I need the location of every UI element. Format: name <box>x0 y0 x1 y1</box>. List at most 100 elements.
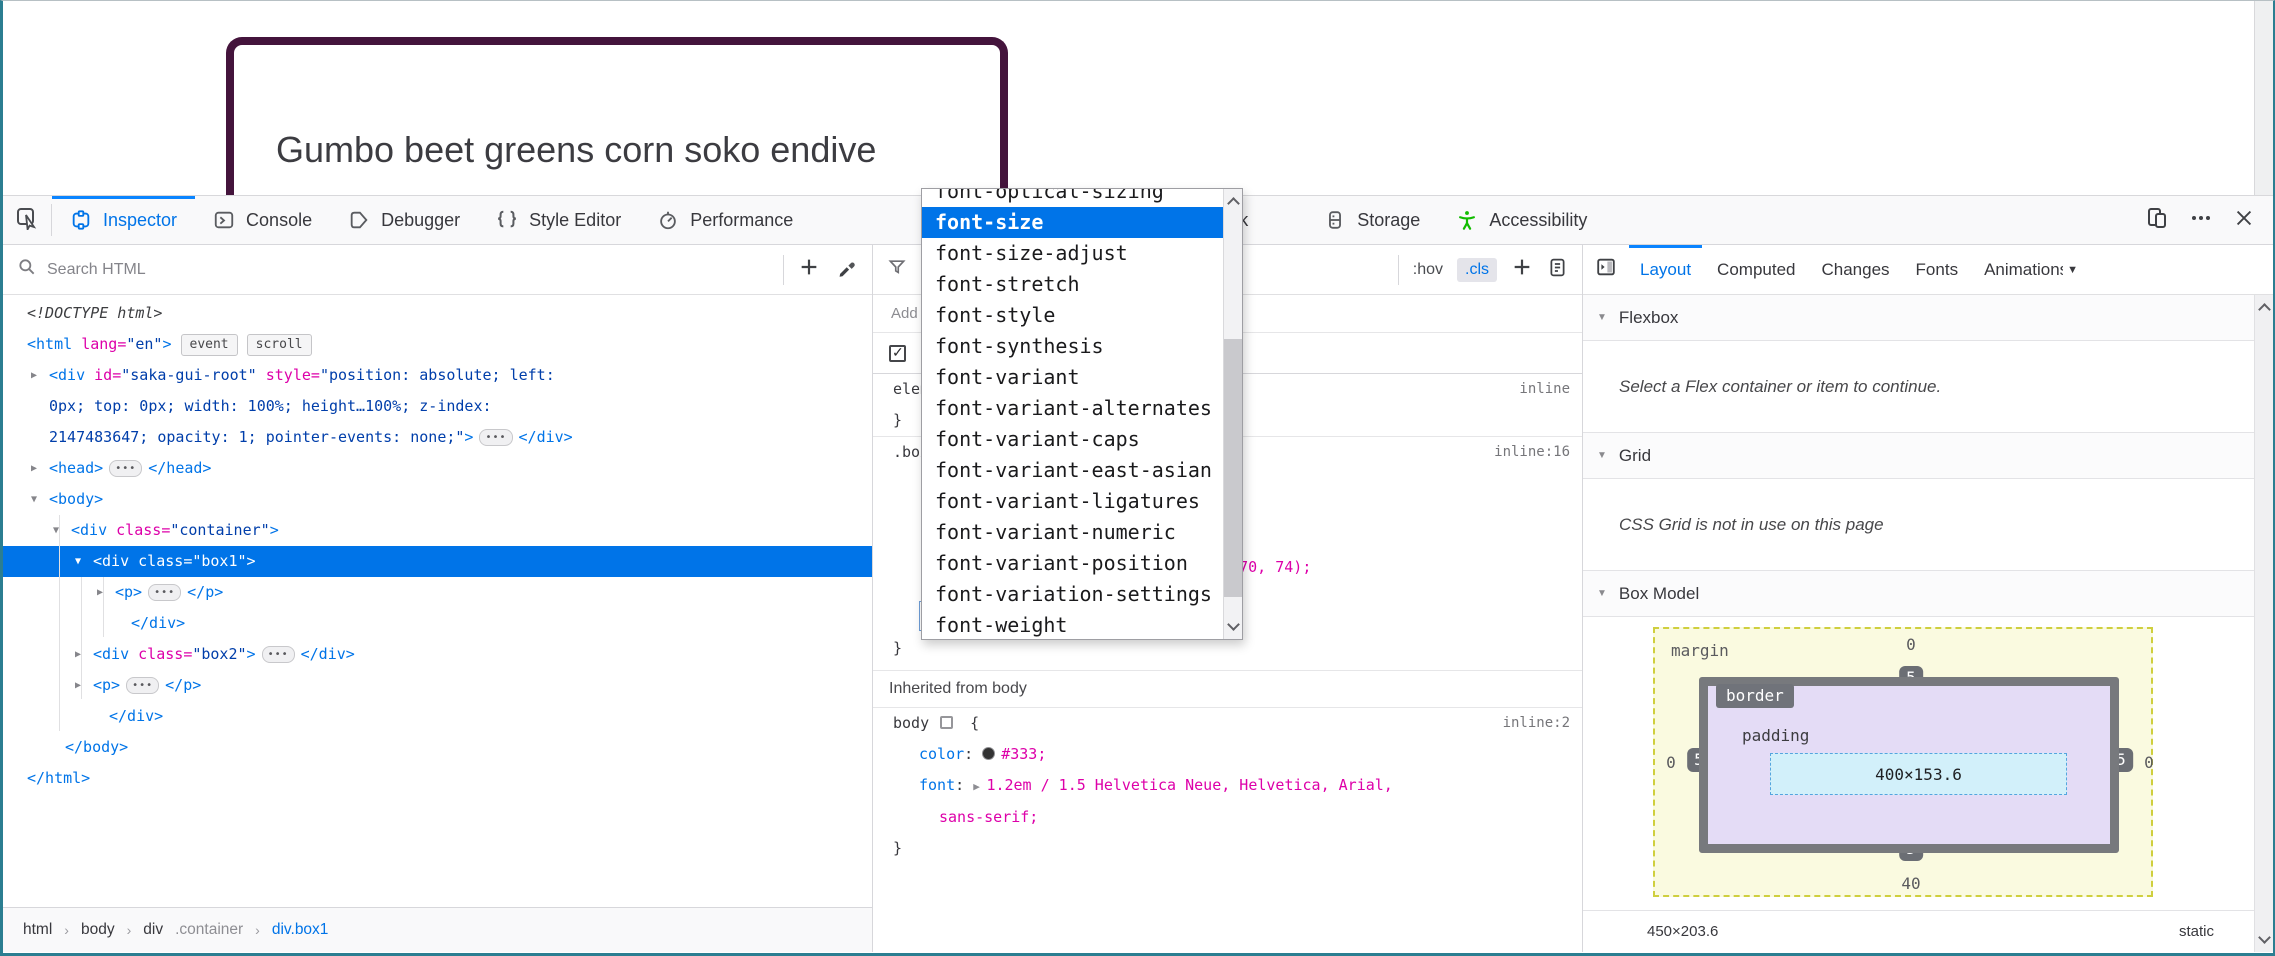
autocomplete-item[interactable]: font-variant-alternates <box>922 393 1223 424</box>
layout-scrollbar[interactable] <box>2254 295 2273 952</box>
markup-row[interactable]: ▼<body> <box>3 484 872 515</box>
responsive-design-icon[interactable] <box>2145 206 2169 235</box>
rule-row[interactable]: body {inline:2 <box>873 708 1582 739</box>
autocomplete-item[interactable]: font-variation-settings <box>922 579 1223 610</box>
indent-guide <box>103 577 104 637</box>
print-simulation-icon[interactable] <box>1547 257 1568 283</box>
inspector-icon <box>70 209 92 231</box>
rule-row[interactable]: font: ▶ 1.2em / 1.5 Helvetica Neue, Helv… <box>873 770 1582 802</box>
box-model-section-header[interactable]: ▼ Box Model <box>1583 571 2273 617</box>
scroll-down-icon[interactable] <box>1227 618 1240 631</box>
autocomplete-item[interactable]: font-stretch <box>922 269 1223 300</box>
margin-right-value[interactable]: 0 <box>2144 753 2154 772</box>
autocomplete-item[interactable]: font-optical-sizing <box>922 189 1223 207</box>
meatball-menu-icon[interactable] <box>2189 206 2213 235</box>
twisty-closed-icon[interactable]: ▶ <box>31 360 47 391</box>
markup-row[interactable]: ▼<div class="container"> <box>3 515 872 546</box>
scroll-up-icon[interactable] <box>2258 303 2271 316</box>
flexbox-section-header[interactable]: ▼ Flexbox <box>1583 295 2273 341</box>
tab-layout[interactable]: Layout <box>1627 245 1704 294</box>
tab-computed[interactable]: Computed <box>1704 245 1808 294</box>
tab-performance[interactable]: Performance <box>639 196 811 244</box>
autocomplete-item[interactable]: font-variant <box>922 362 1223 393</box>
tab-inspector[interactable]: Inspector <box>52 196 195 244</box>
search-input[interactable] <box>47 261 783 279</box>
markup-row[interactable]: <!DOCTYPE html> <box>3 298 872 329</box>
tab-animations[interactable]: Animations <box>1971 245 2063 294</box>
node-picker-button[interactable] <box>3 196 51 244</box>
autocomplete-item[interactable]: font-style <box>922 300 1223 331</box>
autocomplete-item[interactable]: font-variant-numeric <box>922 517 1223 548</box>
add-node-icon[interactable] <box>798 256 820 283</box>
margin-top-value[interactable]: 0 <box>1906 635 1916 654</box>
markup-row[interactable]: </div> <box>3 608 872 639</box>
autocomplete-scrollbar[interactable] <box>1223 189 1242 639</box>
autocomplete-item[interactable]: font-size <box>922 207 1223 238</box>
rule-source-link[interactable]: inline <box>1519 374 1570 404</box>
markup-row[interactable]: </html> <box>3 763 872 794</box>
autocomplete-item[interactable]: font-variant-east-asian <box>922 455 1223 486</box>
scroll-down-icon[interactable] <box>2258 931 2271 944</box>
tab-storage[interactable]: Storage <box>1306 196 1438 244</box>
rule-source-link[interactable]: inline:16 <box>1494 437 1570 467</box>
autocomplete-item[interactable]: font-weight <box>922 610 1223 639</box>
add-rule-icon[interactable] <box>1511 256 1533 283</box>
tab-accessibility[interactable]: Accessibility <box>1438 196 1605 244</box>
tab-fonts[interactable]: Fonts <box>1903 245 1972 294</box>
filter-funnel-icon[interactable] <box>873 257 907 282</box>
token: > <box>270 521 279 539</box>
margin-left-value[interactable]: 0 <box>1666 753 1676 772</box>
search-html-field[interactable] <box>3 257 783 282</box>
rule-row[interactable]: } <box>873 833 1582 864</box>
twisty-open-icon[interactable]: ▼ <box>75 546 91 577</box>
sidebar-toggle-icon[interactable] <box>1583 256 1627 283</box>
scrollbar-thumb[interactable] <box>1224 339 1242 597</box>
section-title: Box Model <box>1619 584 1699 604</box>
box-model-margin-box[interactable]: margin 0 5 20 20 5 40 0 5 20 20 5 <box>1653 627 2153 897</box>
twisty-open-icon[interactable]: ▼ <box>31 484 47 515</box>
twisty-closed-icon[interactable]: ▶ <box>97 577 113 608</box>
markup-row[interactable]: </body> <box>3 732 872 763</box>
pseudo-class-button[interactable]: :hov <box>1413 261 1443 279</box>
rule-row[interactable]: sans-serif; <box>873 802 1582 833</box>
autocomplete-item[interactable]: font-synthesis <box>922 331 1223 362</box>
box-model-content-box[interactable]: 400×153.6 <box>1770 753 2067 795</box>
margin-bottom-value[interactable]: 40 <box>1901 874 1920 893</box>
tab-console[interactable]: Console <box>195 196 330 244</box>
all-tabs-chevron-icon[interactable]: ▼ <box>2063 264 2082 276</box>
autocomplete-item[interactable]: font-variant-position <box>922 548 1223 579</box>
autocomplete-item[interactable]: font-size-adjust <box>922 238 1223 269</box>
class-panel-button[interactable]: .cls <box>1457 258 1497 282</box>
markup-row[interactable]: ▶<div id="saka-gui-root" style="position… <box>3 360 663 453</box>
tab-changes[interactable]: Changes <box>1808 245 1902 294</box>
scroll-up-icon[interactable] <box>1227 197 1240 210</box>
twisty-open-icon[interactable]: ▼ <box>53 515 69 546</box>
markup-row[interactable]: ▶<p>•••</p> <box>3 577 872 608</box>
class-checkbox[interactable] <box>889 345 906 362</box>
twisty-closed-icon[interactable]: ▶ <box>75 670 91 701</box>
rule-row[interactable]: color: #333; <box>873 739 1582 770</box>
token: id <box>94 366 112 384</box>
twisty-closed-icon[interactable]: ▶ <box>31 453 47 484</box>
tab-debugger[interactable]: Debugger <box>330 196 478 244</box>
eyedropper-icon[interactable] <box>836 256 858 283</box>
box-model-border-box[interactable]: border padding 400×153.6 <box>1699 677 2119 853</box>
twisty-closed-icon[interactable]: ▶ <box>75 639 91 670</box>
autocomplete-item[interactable]: font-variant-ligatures <box>922 486 1223 517</box>
markup-row[interactable]: ▼<div class="box1"> <box>3 546 872 577</box>
node-picker-icon <box>15 206 39 235</box>
markup-row[interactable]: ▶<p>•••</p> <box>3 670 872 701</box>
grid-section-header[interactable]: ▼ Grid <box>1583 433 2273 479</box>
tab-style-editor[interactable]: Style Editor <box>478 196 639 244</box>
markup-row[interactable]: <html lang="en">eventscroll <box>3 329 872 360</box>
rule-source-link[interactable]: inline:2 <box>1503 708 1570 738</box>
markup-row[interactable]: ▶<div class="box2">•••</div> <box>3 639 872 670</box>
autocomplete-item[interactable]: font-variant-caps <box>922 424 1223 455</box>
page-scrollbar[interactable] <box>2254 1 2273 196</box>
close-icon[interactable] <box>2233 207 2255 234</box>
token: "container" <box>170 521 269 539</box>
token: </div> <box>131 614 185 632</box>
markup-row[interactable]: ▶<head>•••</head> <box>3 453 872 484</box>
markup-row[interactable]: </div> <box>3 701 872 732</box>
breadcrumb[interactable]: html›body›div.container›div.box1 <box>3 907 872 952</box>
